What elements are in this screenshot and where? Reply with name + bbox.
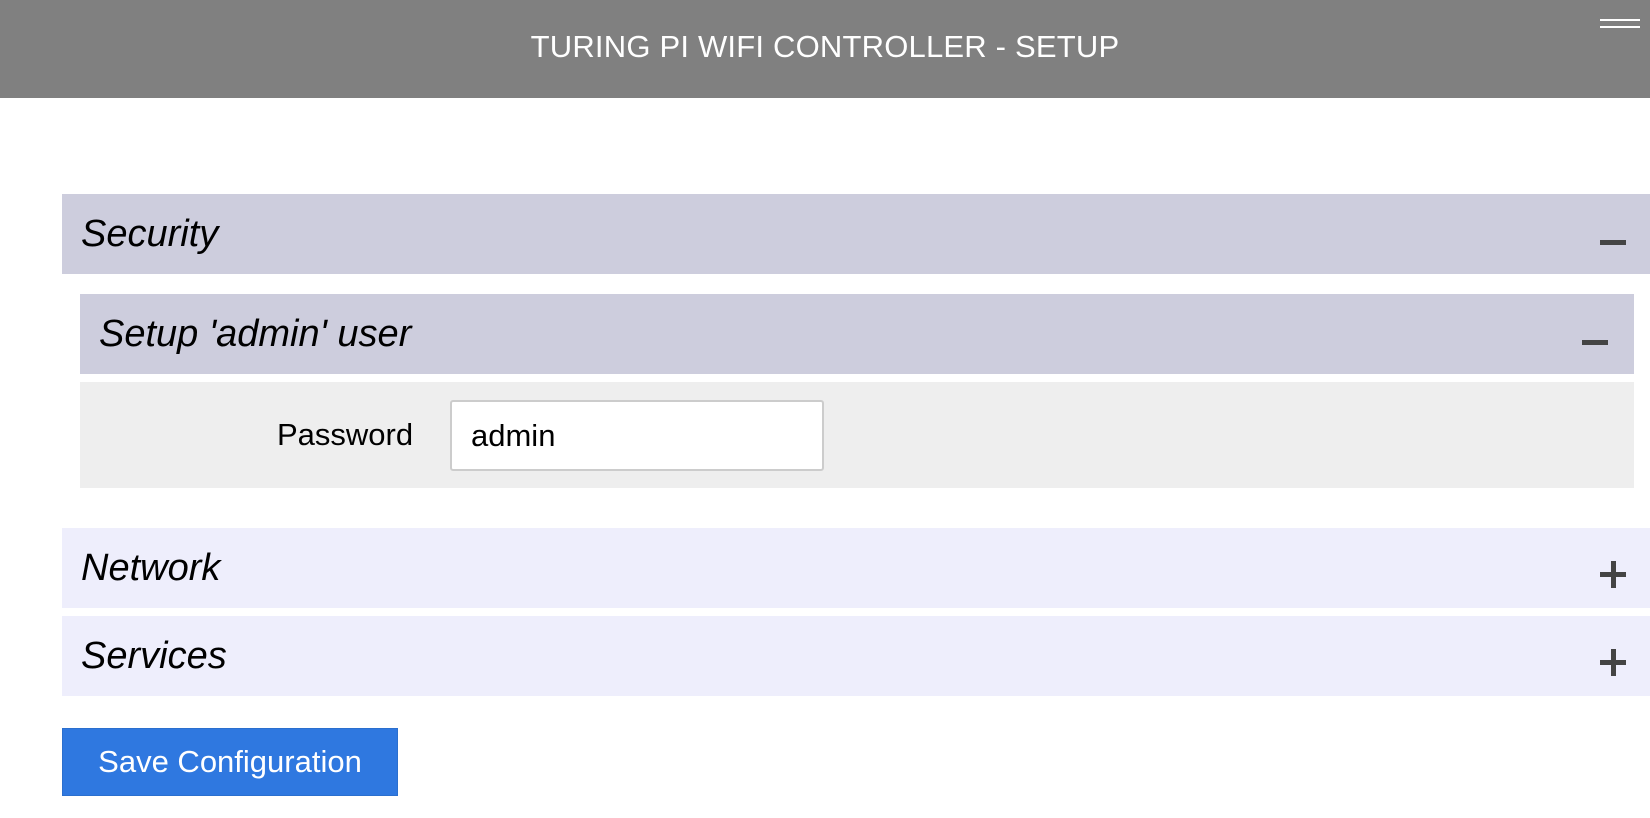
menu-line bbox=[1600, 26, 1640, 28]
services-section-label: Services bbox=[81, 635, 227, 677]
save-configuration-button[interactable]: Save Configuration bbox=[62, 728, 398, 796]
security-section-label: Security bbox=[81, 213, 219, 255]
network-section-header[interactable]: Network bbox=[62, 528, 1650, 608]
plus-vertical-bar bbox=[1611, 561, 1616, 588]
admin-user-panel: Password bbox=[80, 382, 1634, 488]
services-section-header[interactable]: Services bbox=[62, 616, 1650, 696]
password-input[interactable] bbox=[450, 400, 824, 471]
minus-bar bbox=[1582, 340, 1608, 345]
plus-icon[interactable] bbox=[1598, 642, 1628, 676]
password-label: Password bbox=[277, 417, 414, 452]
plus-icon[interactable] bbox=[1598, 554, 1628, 588]
page-title: TURING PI WIFI CONTROLLER - SETUP bbox=[530, 29, 1120, 64]
plus-vertical-bar bbox=[1611, 649, 1616, 676]
admin-user-subsection-header[interactable]: Setup 'admin' user bbox=[80, 294, 1634, 374]
minus-bar bbox=[1600, 240, 1626, 245]
menu-line bbox=[1600, 19, 1640, 21]
minus-icon[interactable] bbox=[1598, 220, 1628, 250]
security-section-header[interactable]: Security bbox=[62, 194, 1650, 274]
minus-icon[interactable] bbox=[1580, 320, 1610, 350]
top-bar: TURING PI WIFI CONTROLLER - SETUP bbox=[0, 0, 1650, 98]
admin-user-subsection-label: Setup 'admin' user bbox=[99, 313, 412, 355]
hamburger-menu-icon[interactable] bbox=[1600, 16, 1640, 32]
network-section-label: Network bbox=[81, 547, 221, 589]
